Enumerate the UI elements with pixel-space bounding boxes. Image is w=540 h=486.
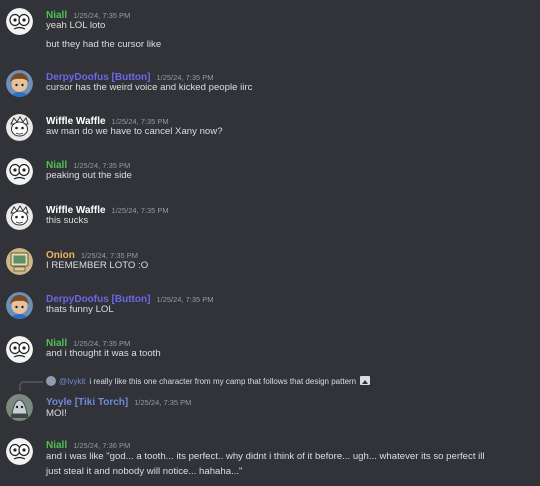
message-text: aw man do we have to cancel Xany now? [46,126,223,137]
sketch-character-avatar[interactable] [6,203,33,230]
message-text: peaking out the side [46,170,132,181]
message-text: just steal it and nobody will notice... … [46,466,243,477]
wide-eyed-face-avatar[interactable] [6,158,33,185]
reply-text: i really like this one character from my… [89,377,357,386]
message-text: thats funny LOL [46,304,114,315]
message-text: yeah LOL loto [46,20,106,31]
message-text: and i was like "god... a tooth... its pe… [46,451,485,462]
chat-messages: Niall 1/25/24, 7:35 PM yeah LOL loto but … [0,0,540,486]
sketch-character-avatar[interactable] [6,114,33,141]
brown-hair-character-avatar[interactable] [6,70,33,97]
reply-avatar [46,376,56,386]
brown-hair-character-avatar[interactable] [6,292,33,319]
timestamp: 1/25/24, 7:35 PM [134,398,192,407]
message-text: but they had the cursor like [46,39,162,50]
message-text: cursor has the weird voice and kicked pe… [46,82,253,93]
yoyle-character-avatar[interactable] [6,394,33,421]
timestamp: 1/25/24, 7:36 PM [73,441,131,450]
old-computer-avatar[interactable] [6,248,33,275]
image-icon [360,376,371,385]
message-text: this sucks [46,215,89,226]
message-text: and i thought it was a tooth [46,348,161,359]
wide-eyed-face-avatar[interactable] [6,336,33,363]
message-text: MOI! [46,408,67,419]
reply-preview[interactable]: @Ivykit i really like this one character … [46,376,371,388]
reply-author[interactable]: @Ivykit [59,377,85,386]
message-text: I REMEMBER LOTO :O [46,260,149,271]
reply-spine [19,381,43,391]
wide-eyed-face-avatar[interactable] [6,438,33,465]
wide-eyed-face-avatar[interactable] [6,8,33,35]
